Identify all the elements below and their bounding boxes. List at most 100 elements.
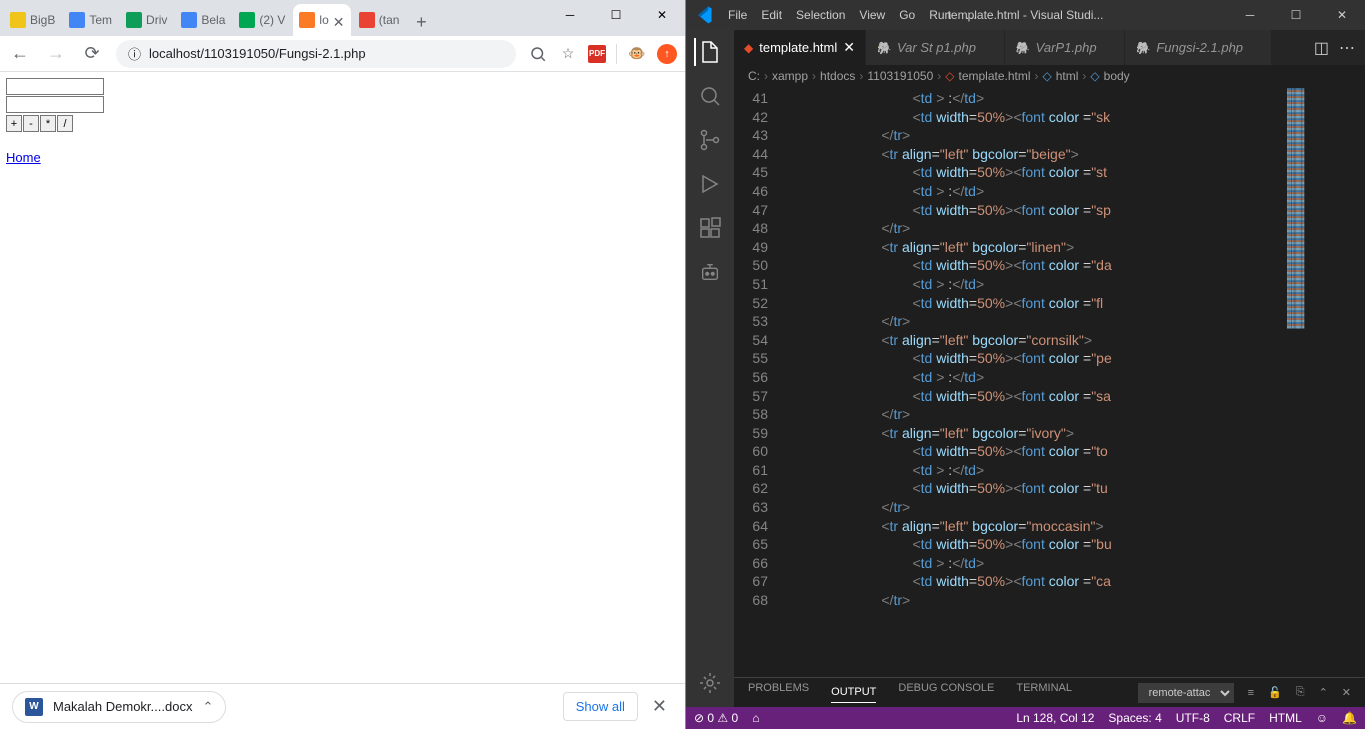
browser-tab[interactable]: (tan [353,4,406,36]
split-editor-icon[interactable]: ◫ [1314,38,1329,58]
line-numbers: 4142434445464748495051525354555657585960… [734,87,788,677]
breadcrumb-item[interactable]: 1103191050 [867,69,933,83]
favicon [69,12,85,28]
breadcrumb-item[interactable]: xampp [772,69,808,83]
close-button[interactable]: ✕ [1319,0,1365,30]
status-spaces[interactable]: Spaces: 4 [1108,711,1161,725]
extension-icon-1[interactable]: 🐵 [627,44,647,64]
vscode-title-bar: FileEditSelectionViewGoRun… template.htm… [686,0,1365,30]
chrome-tab-strip: BigBTem Driv Bela (2) Vlo✕(tan + ─ ☐ ✕ [0,0,685,36]
menu-item[interactable]: Go [893,4,921,26]
minimap[interactable]: ███ ██ ████ █████ ██ ████ █████ ██ ████ … [1285,87,1365,677]
menu-item[interactable]: File [722,4,753,26]
show-all-button[interactable]: Show all [563,692,638,721]
status-errors[interactable]: ⊘ 0 ⚠ 0 [694,711,738,725]
menu-item[interactable]: View [853,4,891,26]
settings-icon[interactable] [696,669,724,697]
forward-button[interactable]: → [44,42,68,66]
download-item[interactable]: W Makalah Demokr....docx ⌃ [12,691,226,723]
panel-lock-icon[interactable]: 🔓 [1268,686,1282,699]
breadcrumb-item[interactable]: body [1104,69,1130,83]
panel-collapse-icon[interactable]: ⌃ [1319,686,1328,699]
source-control-icon[interactable] [696,126,724,154]
menu-item[interactable]: Selection [790,4,851,26]
input-1[interactable] [6,78,104,95]
favicon [10,12,26,28]
browser-tab[interactable]: lo✕ [293,4,350,36]
close-button[interactable]: ✕ [639,0,685,30]
panel-tab[interactable]: TERMINAL [1016,682,1072,703]
panel-tab[interactable]: PROBLEMS [748,682,809,703]
panel-clear-icon[interactable]: ⎘ [1296,686,1305,699]
editor-area[interactable]: 4142434445464748495051525354555657585960… [734,87,1365,677]
status-eol[interactable]: CRLF [1224,711,1255,725]
back-button[interactable]: ← [8,42,32,66]
editor-tab[interactable]: 🐘Var St p1.php✕ [866,30,1005,65]
minimize-button[interactable]: ─ [547,0,593,30]
download-bar: W Makalah Demokr....docx ⌃ Show all ✕ [0,683,685,729]
status-encoding[interactable]: UTF-8 [1176,711,1210,725]
calc-button[interactable]: / [57,115,73,132]
editor-tab[interactable]: ◆template.html✕ [734,30,866,65]
tab-label: VarP1.php [1036,40,1097,55]
download-bar-close[interactable]: ✕ [646,696,673,717]
run-debug-icon[interactable] [696,170,724,198]
panel-icon[interactable]: ≡ [1248,687,1254,699]
browser-tab[interactable]: Driv [120,4,173,36]
menu-bar: FileEditSelectionViewGoRun… [722,4,983,26]
breadcrumb-item[interactable]: html [1056,69,1079,83]
breadcrumb-item[interactable]: htdocs [820,69,855,83]
bookmark-icon[interactable]: ☆ [558,44,578,64]
extensions-icon[interactable] [696,214,724,242]
explorer-icon[interactable] [694,38,724,66]
browser-tab[interactable]: BigB [4,4,61,36]
panel-tab[interactable]: OUTPUT [831,686,876,703]
status-cursor[interactable]: Ln 128, Col 12 [1016,711,1094,725]
extension-icon-2[interactable]: ↑ [657,44,677,64]
tab-label: Bela [201,13,225,27]
close-icon[interactable]: ✕ [843,39,855,56]
favicon [299,12,315,28]
minimize-button[interactable]: ─ [1227,0,1273,30]
tab-label: Driv [146,13,167,27]
page-content: +-*/ Home [0,72,685,683]
robot-icon[interactable] [696,258,724,286]
close-icon[interactable]: ✕ [333,14,345,26]
browser-tab[interactable]: Tem [63,4,118,36]
editor-tab[interactable]: 🐘VarP1.php✕ [1005,30,1126,65]
search-icon[interactable] [696,82,724,110]
reload-button[interactable]: ⟳ [80,42,104,66]
breadcrumb[interactable]: C:›xampp›htdocs›1103191050›◇template.htm… [734,65,1365,87]
browser-tab[interactable]: (2) V [233,4,291,36]
breadcrumb-item[interactable]: template.html [958,69,1030,83]
more-icon[interactable]: ⋯ [1339,38,1355,58]
code-content[interactable]: <td > :</td> <td width=50%><font color =… [788,87,1285,677]
status-bell-icon[interactable]: 🔔 [1342,711,1357,725]
home-icon[interactable]: ⌂ [752,711,759,725]
browser-tab[interactable]: Bela [175,4,231,36]
pdf-icon[interactable]: PDF [588,45,606,63]
translate-icon[interactable] [528,44,548,64]
editor-tab[interactable]: 🐘Fungsi-2.1.php✕ [1125,30,1271,65]
address-input[interactable]: ⓘ localhost/1103191050/Fungsi-2.1.php [116,40,516,68]
php-icon: 🐘 [1135,41,1150,55]
maximize-button[interactable]: ☐ [1273,0,1319,30]
favicon [359,12,375,28]
maximize-button[interactable]: ☐ [593,0,639,30]
menu-item[interactable]: Edit [755,4,788,26]
panel-tab[interactable]: DEBUG CONSOLE [898,682,994,703]
status-feedback-icon[interactable]: ☺ [1316,711,1328,725]
download-filename: Makalah Demokr....docx [53,699,192,714]
new-tab-button[interactable]: + [407,8,435,36]
status-language[interactable]: HTML [1269,711,1302,725]
output-channel-select[interactable]: remote-attac [1138,683,1234,703]
home-link[interactable]: Home [6,150,41,165]
panel-close-icon[interactable]: ✕ [1342,686,1351,699]
vscode-logo-icon [694,5,714,25]
breadcrumb-item[interactable]: C: [748,69,760,83]
input-2[interactable] [6,96,104,113]
site-info-icon[interactable]: ⓘ [128,44,141,63]
calc-button[interactable]: + [6,115,22,132]
calc-button[interactable]: * [40,115,56,132]
calc-button[interactable]: - [23,115,39,132]
